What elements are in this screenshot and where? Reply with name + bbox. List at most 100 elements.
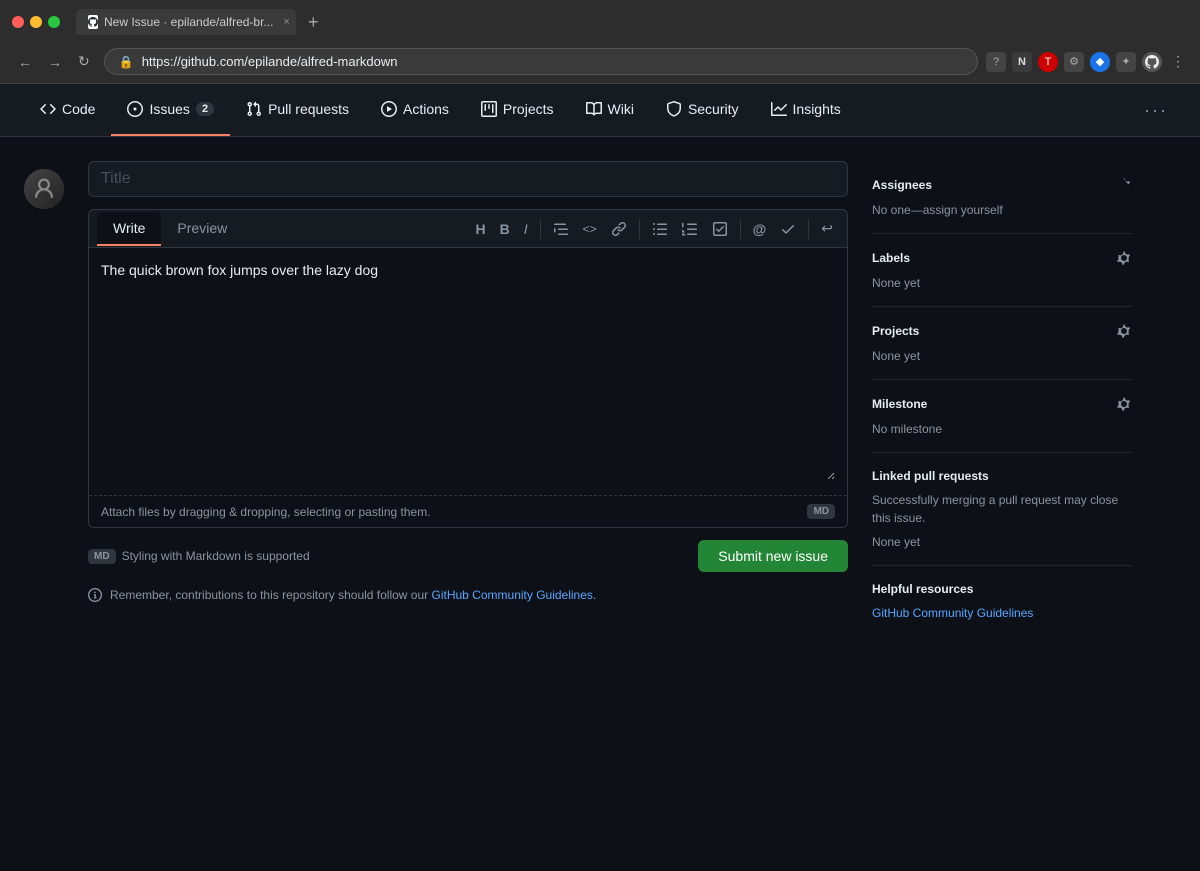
- sidebar-section-projects: Projects None yet: [872, 307, 1132, 380]
- tab-title: New Issue · epilande/alfred-br...: [104, 15, 273, 29]
- ext-icon-1[interactable]: ?: [986, 52, 1006, 72]
- nav-item-wiki[interactable]: Wiki: [570, 84, 650, 136]
- browser-tab-active[interactable]: New Issue · epilande/alfred-br... ×: [76, 9, 296, 35]
- traffic-light-green[interactable]: [48, 16, 60, 28]
- projects-header: Projects: [872, 323, 1132, 339]
- labels-header: Labels: [872, 250, 1132, 266]
- assignees-title: Assignees: [872, 178, 932, 192]
- toolbar-sep-3: [740, 219, 741, 239]
- browser-extensions: ? N T ⚙ ◆ ✦ ⋮: [986, 52, 1188, 72]
- back-button[interactable]: ←: [12, 50, 38, 73]
- nav-item-code[interactable]: Code: [24, 84, 111, 136]
- pulls-icon: [246, 101, 262, 117]
- browser-titlebar: New Issue · epilande/alfred-br... × +: [0, 0, 1200, 44]
- nav-pulls-label: Pull requests: [268, 101, 349, 117]
- assignees-gear-icon[interactable]: [1116, 177, 1132, 193]
- nav-more-button[interactable]: ···: [1136, 84, 1176, 136]
- code-icon: [40, 101, 56, 117]
- editor-toolbar: H B I <>: [461, 210, 847, 247]
- toolbar-ol-btn[interactable]: [676, 217, 704, 241]
- projects-icon: [481, 101, 497, 117]
- issue-body-textarea[interactable]: The quick brown fox jumps over the lazy …: [101, 260, 835, 480]
- forward-button[interactable]: →: [42, 50, 68, 73]
- helpful-resources-link[interactable]: GitHub Community Guidelines: [872, 606, 1033, 620]
- toolbar-tasklist-btn[interactable]: [706, 217, 734, 241]
- sidebar-section-labels: Labels None yet: [872, 234, 1132, 307]
- ext-icon-6[interactable]: ✦: [1116, 52, 1136, 72]
- toolbar-italic-btn[interactable]: I: [518, 217, 534, 241]
- editor-container: Write Preview H B I <>: [88, 209, 848, 528]
- file-attach-area[interactable]: Attach files by dragging & dropping, sel…: [89, 495, 847, 527]
- nav-wiki-label: Wiki: [608, 101, 634, 117]
- community-notice-prefix: Remember, contributions to this reposito…: [110, 588, 432, 602]
- nav-item-insights[interactable]: Insights: [755, 84, 857, 136]
- toolbar-ul-btn[interactable]: [646, 217, 674, 241]
- browser-addressbar: ← → ↻ 🔒 https://github.com/epilande/alfr…: [0, 44, 1200, 83]
- toolbar-code-btn[interactable]: <>: [577, 218, 603, 240]
- community-guidelines-link[interactable]: GitHub Community Guidelines: [432, 588, 593, 602]
- labels-gear-icon[interactable]: [1116, 250, 1132, 266]
- traffic-light-yellow[interactable]: [30, 16, 42, 28]
- issues-icon: [127, 101, 143, 117]
- address-url: https://github.com/epilande/alfred-markd…: [142, 54, 398, 69]
- tab-close-btn[interactable]: ×: [283, 16, 289, 28]
- projects-title: Projects: [872, 324, 919, 338]
- sidebar-section-milestone: Milestone No milestone: [872, 380, 1132, 453]
- toolbar-reference-btn[interactable]: [774, 217, 802, 241]
- linked-prs-desc: Successfully merging a pull request may …: [872, 491, 1132, 527]
- nav-item-actions[interactable]: Actions: [365, 84, 465, 136]
- md-support: MD Styling with Markdown is supported: [88, 549, 310, 564]
- nav-item-security[interactable]: Security: [650, 84, 755, 136]
- toolbar-sep-4: [808, 219, 809, 239]
- nav-insights-label: Insights: [793, 101, 841, 117]
- assignees-value: No one—assign yourself: [872, 203, 1003, 217]
- tab-write[interactable]: Write: [97, 212, 161, 246]
- toolbar-link-btn[interactable]: [605, 217, 633, 241]
- avatar-placeholder: [24, 169, 64, 209]
- milestone-gear-icon[interactable]: [1116, 396, 1132, 412]
- ext-icon-7[interactable]: [1142, 52, 1162, 72]
- milestone-value: No milestone: [872, 422, 942, 436]
- issue-title-input[interactable]: [88, 161, 848, 197]
- nav-item-issues[interactable]: Issues 2: [111, 84, 230, 136]
- community-notice-suffix: .: [593, 588, 596, 602]
- issue-form: Write Preview H B I <>: [88, 161, 848, 847]
- repo-nav: Code Issues 2 Pull requests Actions Proj…: [24, 84, 1176, 136]
- tab-preview[interactable]: Preview: [161, 212, 243, 246]
- nav-issues-label: Issues: [149, 101, 189, 117]
- linked-prs-title: Linked pull requests: [872, 469, 989, 483]
- refresh-button[interactable]: ↻: [72, 50, 96, 73]
- address-lock-icon: 🔒: [119, 55, 134, 69]
- toolbar-sep-1: [540, 219, 541, 239]
- nav-projects-label: Projects: [503, 101, 554, 117]
- nav-actions-label: Actions: [403, 101, 449, 117]
- traffic-lights: [12, 16, 60, 28]
- toolbar-bold-btn[interactable]: B: [494, 217, 516, 241]
- insights-icon: [771, 101, 787, 117]
- ext-icon-more[interactable]: ⋮: [1168, 52, 1188, 72]
- address-bar[interactable]: 🔒 https://github.com/epilande/alfred-mar…: [104, 48, 978, 75]
- new-tab-button[interactable]: +: [300, 10, 327, 35]
- community-notice: Remember, contributions to this reposito…: [88, 588, 848, 602]
- ext-icon-5[interactable]: ◆: [1090, 52, 1110, 72]
- ext-icon-4[interactable]: ⚙: [1064, 52, 1084, 72]
- projects-gear-icon[interactable]: [1116, 323, 1132, 339]
- security-icon: [666, 101, 682, 117]
- ext-icon-2[interactable]: N: [1012, 52, 1032, 72]
- toolbar-quote-btn[interactable]: [547, 217, 575, 241]
- sidebar: Assignees No one—assign yourself Labels …: [872, 161, 1132, 847]
- sidebar-section-assignees: Assignees No one—assign yourself: [872, 161, 1132, 234]
- nav-item-pulls[interactable]: Pull requests: [230, 84, 365, 136]
- milestone-title: Milestone: [872, 397, 927, 411]
- projects-value: None yet: [872, 349, 920, 363]
- ext-icon-3[interactable]: T: [1038, 52, 1058, 72]
- nav-item-projects[interactable]: Projects: [465, 84, 570, 136]
- editor-tabs-row: Write Preview H B I <>: [89, 210, 847, 248]
- milestone-header: Milestone: [872, 396, 1132, 412]
- submit-new-issue-button[interactable]: Submit new issue: [698, 540, 848, 572]
- toolbar-undo-btn[interactable]: ↩: [815, 216, 839, 241]
- main-content: Write Preview H B I <>: [0, 137, 1200, 871]
- traffic-light-red[interactable]: [12, 16, 24, 28]
- toolbar-heading-btn[interactable]: H: [469, 217, 491, 241]
- toolbar-mention-btn[interactable]: @: [747, 217, 773, 241]
